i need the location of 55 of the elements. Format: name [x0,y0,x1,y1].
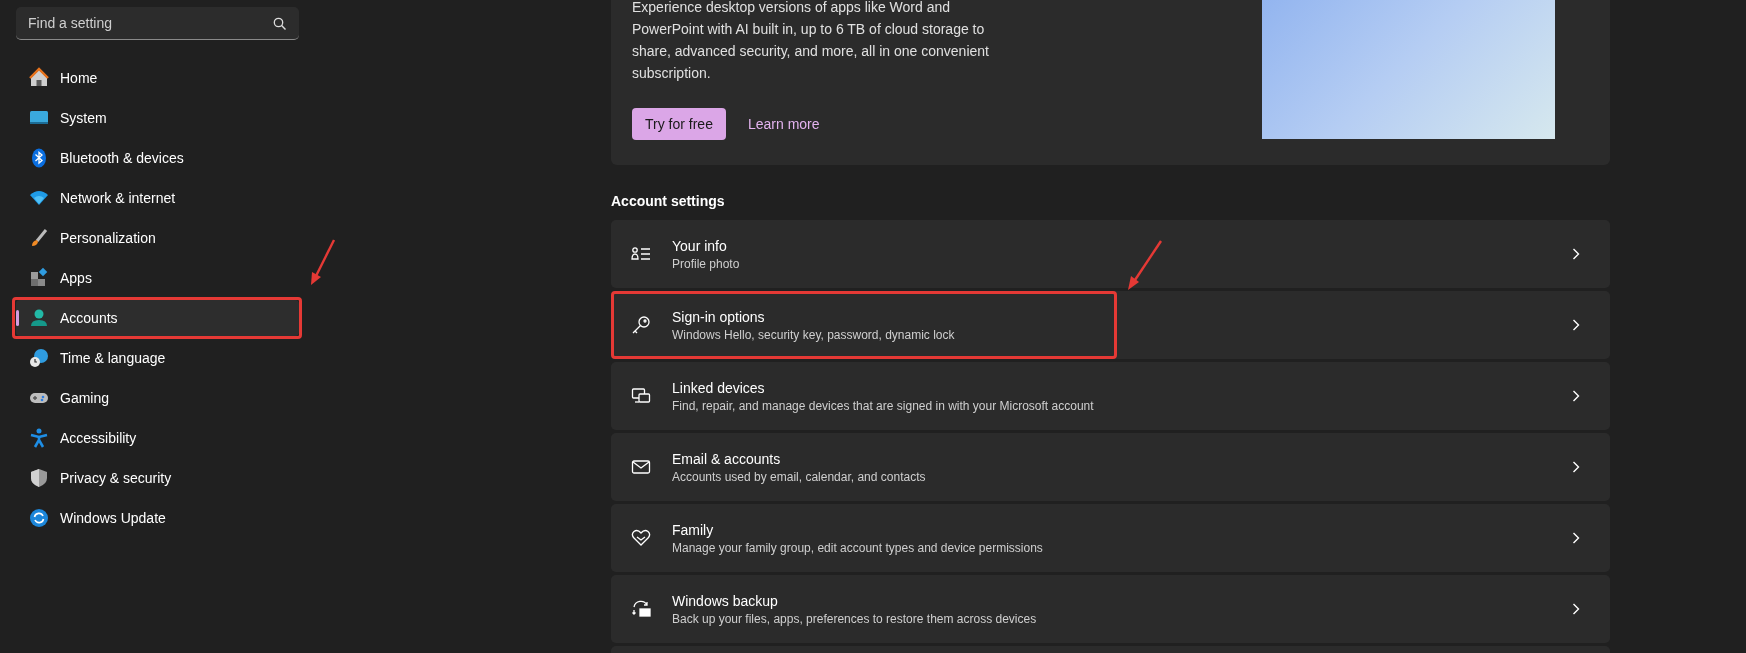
settings-row[interactable]: Linked devices Find, repair, and manage devices that are signed in with your Microsoft account [611,362,1610,430]
nav-item[interactable]: Gaming [16,380,299,416]
nav-item[interactable]: Network & internet [16,180,299,216]
search-field[interactable]: Find a setting [16,7,299,40]
promo-description: Experience desktop versions of apps like Word and PowerPoint with AI built in, up to 6 TB of cloud storage to share, advanced security, and more, all in one convenient subscription. [632,0,990,83]
key-icon [631,315,651,335]
row-description: Profile photo [672,256,741,271]
nav-item[interactable]: Time & language [16,340,299,376]
annotation-arrow [310,238,336,286]
row-title: Windows backup [672,592,779,609]
nav-item[interactable]: System [16,100,299,136]
nav-item[interactable]: Personalization [16,220,299,256]
chevron-right-icon [1572,248,1580,260]
sync-icon [28,507,50,529]
row-description: Find, repair, and manage devices that are signed in with your Microsoft account [672,398,1095,413]
section-heading: Account settings [611,193,726,209]
row-title: Family [672,521,715,538]
nav-item[interactable]: Home [16,60,299,96]
nav-item[interactable]: Windows Update [16,500,299,536]
shield-icon [28,467,50,489]
home-icon [28,67,50,89]
row-title: Email & accounts [672,450,782,467]
settings-row[interactable]: Your info Profile photo [611,220,1610,288]
row-description: Manage your family group, edit account types and device permissions [672,540,1044,555]
nav-item[interactable]: Apps [16,260,299,296]
person-icon [28,307,50,329]
row-title: Sign-in options [672,308,766,325]
globe-clock-icon [28,347,50,369]
nav-item[interactable]: Accessibility [16,420,299,456]
learn-more-link[interactable]: Learn more [747,116,820,132]
search-icon [273,17,287,31]
row-description: Accounts used by email, calendar, and contacts [672,469,927,484]
chevron-right-icon [1572,319,1580,331]
row-title: Your info [672,237,728,254]
row-description: Windows Hello, security key, password, dynamic lock [672,327,956,342]
settings-row[interactable]: Family Manage your family group, edit account types and device permissions [611,504,1610,572]
apps-icon [28,267,50,289]
heart-icon [631,528,651,548]
annotation-arrow [1127,239,1163,291]
nav-item[interactable]: Privacy & security [16,460,299,496]
row-title: Linked devices [672,379,766,396]
nav-item[interactable]: Bluetooth & devices [16,140,299,176]
backup-icon [631,599,651,619]
mail-icon [631,457,651,477]
chevron-right-icon [1572,461,1580,473]
accessibility-icon [28,427,50,449]
chevron-right-icon [1572,390,1580,402]
row-description: Back up your files, apps, preferences to restore them across devices [672,611,1038,626]
chevron-right-icon [1572,532,1580,544]
devices-icon [631,386,651,406]
nav-item[interactable]: Accounts [16,300,299,336]
chevron-right-icon [1572,603,1580,615]
try-for-free-button[interactable]: Try for free [632,108,726,140]
settings-row[interactable]: Windows backup Back up your files, apps, preferences to restore them across devices [611,575,1610,643]
settings-row[interactable]: Email & accounts Accounts used by email, calendar, and contacts [611,433,1610,501]
